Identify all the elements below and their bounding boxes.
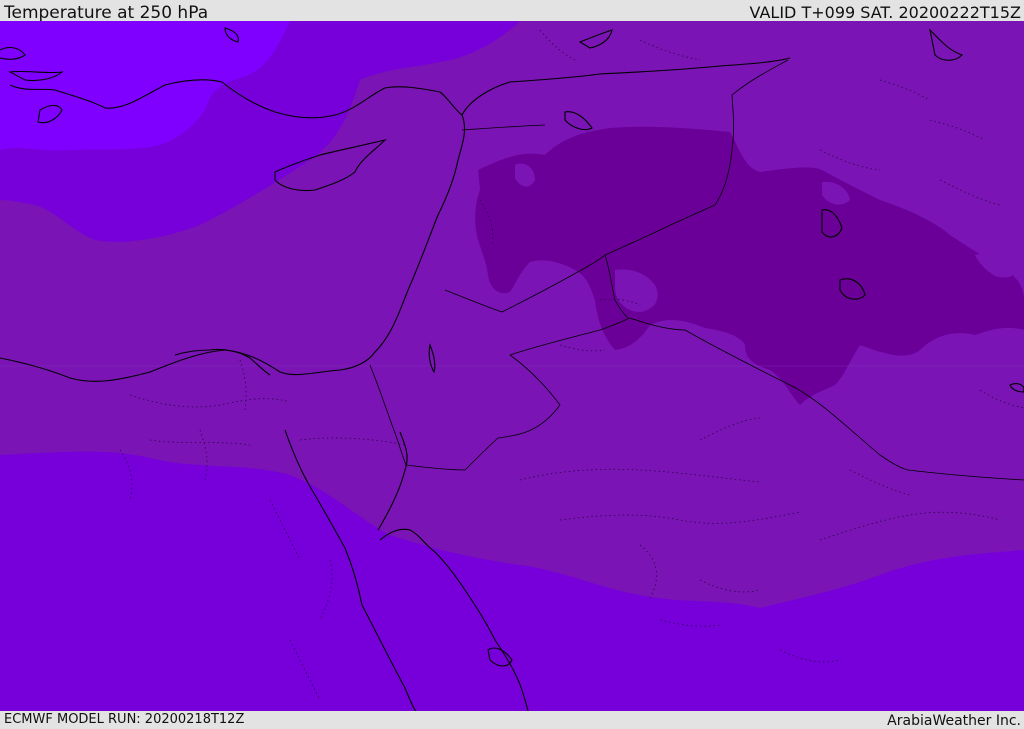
map-title: Temperature at 250 hPa [4, 3, 209, 23]
model-run-label: ECMWF MODEL RUN: 20200218T12Z [4, 712, 245, 727]
temperature-map[interactable] [0, 21, 1024, 711]
header-bar: Temperature at 250 hPa VALID T+099 SAT. … [0, 0, 1024, 23]
footer-bar: ECMWF MODEL RUN: 20200218T12Z ArabiaWeat… [0, 711, 1024, 729]
valid-time-label: VALID T+099 SAT. 20200222T15Z [749, 3, 1021, 22]
credit-label: ArabiaWeather Inc. [887, 713, 1021, 729]
